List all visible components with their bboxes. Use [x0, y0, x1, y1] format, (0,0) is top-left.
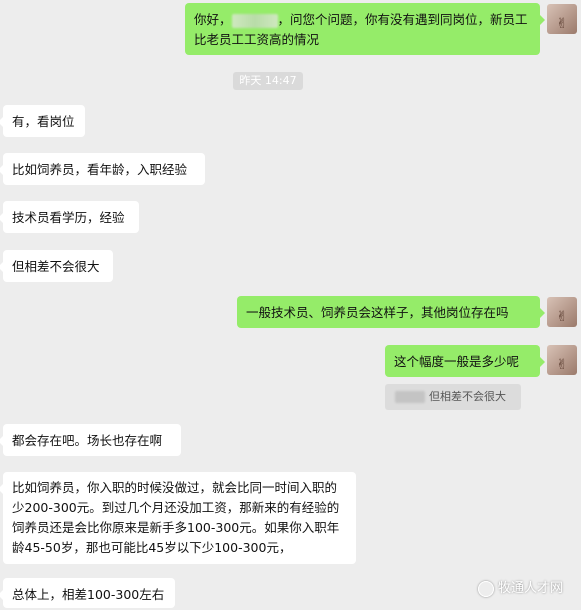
- received-message-9[interactable]: 比如饲养员，你入职的时候没做过，就会比同一时间入职的少200-300元。到过几个…: [0, 472, 356, 564]
- received-message-8[interactable]: 都会存在吧。场长也存在啊: [0, 424, 181, 456]
- avatar[interactable]: ✌: [547, 4, 577, 34]
- peace-sign-icon: ✌: [556, 357, 568, 373]
- timestamp: 昨天 14:47: [233, 72, 303, 90]
- received-message-3[interactable]: 比如饲养员，看年龄，入职经验: [0, 153, 205, 185]
- received-message-10[interactable]: 总体上，相差100-300左右: [0, 578, 175, 608]
- quote-text: 但相差不会很大: [429, 390, 506, 403]
- wechat-official-account-icon: [478, 580, 494, 597]
- redacted-sender: [395, 391, 425, 403]
- message-text-part1: 你好，: [194, 12, 232, 27]
- message-text: 比如饲养员，看年龄，入职经验: [12, 162, 188, 177]
- message-text: 技术员看学历，经验: [12, 210, 125, 225]
- sent-message-1[interactable]: 你好， ，问您个问题，你有没有遇到同岗位，新员工比老员工工资高的情况: [185, 3, 545, 55]
- avatar[interactable]: ✌: [547, 297, 577, 327]
- message-text: 一般技术员、饲养员会这样子，其他岗位存在吗: [246, 305, 509, 320]
- watermark: 牧通人才网: [478, 577, 563, 597]
- sent-message-6[interactable]: 一般技术员、饲养员会这样子，其他岗位存在吗: [237, 296, 545, 328]
- quoted-message[interactable]: 但相差不会很大: [385, 384, 521, 410]
- peace-sign-icon: ✌: [556, 16, 568, 32]
- message-text: 有，看岗位: [12, 114, 75, 129]
- redacted-name: [231, 13, 278, 28]
- sent-message-7[interactable]: 这个幅度一般是多少呢: [385, 345, 545, 377]
- message-text: 总体上，相差100-300左右: [12, 587, 165, 602]
- message-text: 都会存在吧。场长也存在啊: [12, 433, 163, 448]
- watermark-text: 牧通人才网: [498, 581, 564, 596]
- message-text: 比如饲养员，你入职的时候没做过，就会比同一时间入职的少200-300元。到过几个…: [12, 480, 340, 555]
- received-message-2[interactable]: 有，看岗位: [0, 105, 85, 137]
- avatar[interactable]: ✌: [547, 345, 577, 375]
- peace-sign-icon: ✌: [556, 309, 568, 325]
- received-message-4[interactable]: 技术员看学历，经验: [0, 201, 139, 233]
- message-text: 这个幅度一般是多少呢: [394, 354, 520, 369]
- received-message-5[interactable]: 但相差不会很大: [0, 250, 113, 282]
- message-text: 但相差不会很大: [12, 259, 100, 274]
